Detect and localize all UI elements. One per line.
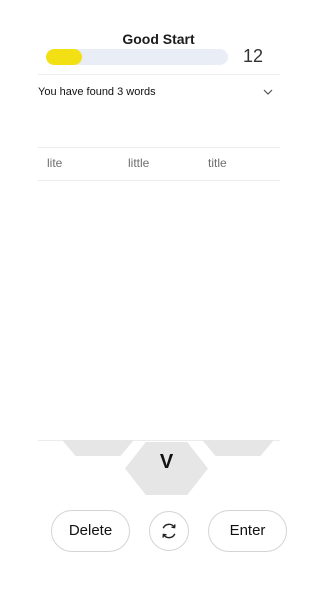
enter-button[interactable]: Enter xyxy=(208,510,287,552)
progress-fill xyxy=(46,49,83,65)
shuffle-icon xyxy=(162,523,176,539)
hive: V xyxy=(0,440,333,500)
hive-cell-left[interactable] xyxy=(53,440,143,456)
found-words-toggle[interactable]: You have found 3 words xyxy=(38,84,280,104)
found-word: title xyxy=(208,156,227,170)
rank-title: Good Start xyxy=(122,31,195,47)
delete-button[interactable]: Delete xyxy=(51,510,130,552)
hive-cell-right[interactable] xyxy=(193,440,283,456)
progress-bar xyxy=(46,49,228,65)
found-words-summary: You have found 3 words xyxy=(38,86,156,98)
spelling-bee-screen: Good Start 12 You have found 3 words lit… xyxy=(0,0,333,592)
center-letter: V xyxy=(159,451,174,473)
score: 12 xyxy=(242,46,264,66)
found-words-list: lite little title xyxy=(38,148,280,180)
found-word: lite xyxy=(47,156,63,170)
divider xyxy=(38,180,280,181)
hive-cell-center[interactable]: V xyxy=(125,442,208,495)
shuffle-button[interactable] xyxy=(149,511,189,551)
chevron-down-icon xyxy=(263,89,273,95)
found-word: little xyxy=(128,156,150,170)
divider xyxy=(38,74,280,75)
